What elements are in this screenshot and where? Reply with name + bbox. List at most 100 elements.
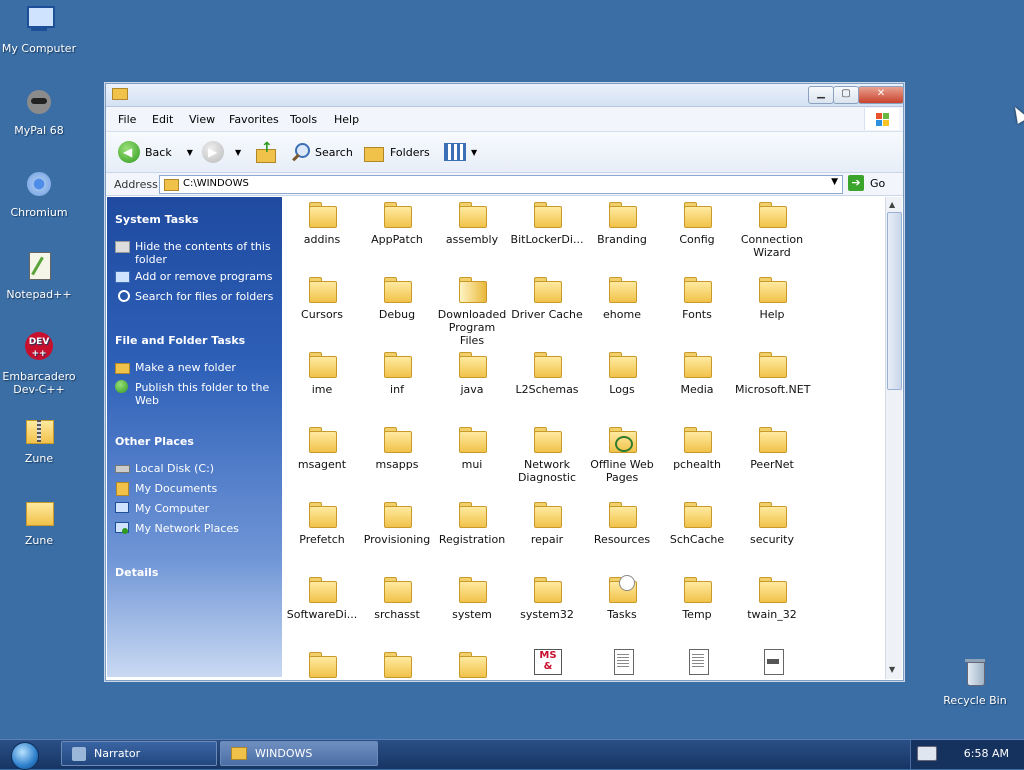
system-tasks-header[interactable]: System Tasks <box>115 213 199 226</box>
details-header[interactable]: Details <box>115 566 158 579</box>
folder-item[interactable]: java <box>435 352 509 396</box>
scroll-up-icon[interactable]: ▲ <box>889 200 895 209</box>
folder-item[interactable] <box>435 652 509 679</box>
folder-item[interactable]: Downloaded Program Files <box>435 277 509 347</box>
task-narrator[interactable]: Narrator <box>61 741 217 766</box>
task-add-remove-programs[interactable]: Add or remove programs <box>115 270 275 284</box>
close-button[interactable]: ✕ <box>858 86 904 104</box>
task-windows-folder[interactable]: WINDOWS <box>220 741 378 766</box>
file-item[interactable] <box>660 649 734 679</box>
folder-item[interactable] <box>285 652 359 679</box>
folder-item[interactable]: assembly <box>435 202 509 246</box>
folder-item[interactable]: system32 <box>510 577 584 621</box>
folder-item[interactable]: msagent <box>285 427 359 471</box>
address-dropdown-icon[interactable]: ▼ <box>831 177 838 187</box>
task-make-new-folder[interactable]: Make a new folder <box>115 361 275 375</box>
folder-item[interactable]: Microsoft.NET <box>735 352 810 396</box>
folder-item[interactable]: SoftwareDi... <box>285 577 359 621</box>
file-item[interactable]: MS & <box>510 649 584 679</box>
file-folder-tasks-header[interactable]: File and Folder Tasks <box>115 334 245 347</box>
back-button[interactable]: ◀ Back ▼ <box>118 140 193 164</box>
scroll-thumb[interactable] <box>887 212 902 390</box>
folder-item[interactable]: Media <box>660 352 734 396</box>
folder-item[interactable]: AppPatch <box>360 202 434 246</box>
folder-item[interactable]: addins <box>285 202 359 246</box>
folder-item[interactable]: Temp <box>660 577 734 621</box>
folder-item[interactable]: srchasst <box>360 577 434 621</box>
folder-item[interactable]: Connection Wizard <box>735 202 809 259</box>
folder-item[interactable]: twain_32 <box>735 577 809 621</box>
desktop-icon-chromium[interactable]: Chromium <box>1 168 77 219</box>
folder-item[interactable]: Offline Web Pages <box>585 427 659 484</box>
minimize-button[interactable]: ▁ <box>808 86 834 104</box>
folder-item[interactable]: pchealth <box>660 427 734 471</box>
desktop-icon-my-computer[interactable]: My Computer <box>1 4 77 55</box>
folder-item[interactable]: Driver Cache <box>510 277 584 321</box>
views-button[interactable]: ▼ <box>444 140 477 164</box>
folder-item[interactable]: mui <box>435 427 509 471</box>
folder-item[interactable]: Resources <box>585 502 659 546</box>
folder-item[interactable]: msapps <box>360 427 434 471</box>
task-search-files[interactable]: Search for files or folders <box>115 290 275 304</box>
folder-item[interactable]: Cursors <box>285 277 359 321</box>
folder-item[interactable]: Debug <box>360 277 434 321</box>
folder-item[interactable]: Prefetch <box>285 502 359 546</box>
menu-edit[interactable]: Edit <box>152 113 173 126</box>
desktop-icon-recycle-bin[interactable]: Recycle Bin <box>937 656 1013 707</box>
folder-item[interactable]: Branding <box>585 202 659 246</box>
folder-item[interactable]: PeerNet <box>735 427 809 471</box>
desktop-icon-zune-2[interactable]: Zune <box>1 496 77 547</box>
folder-item[interactable]: Network Diagnostic <box>510 427 584 484</box>
folder-item[interactable]: system <box>435 577 509 621</box>
folder-item[interactable]: security <box>735 502 809 546</box>
folders-button[interactable]: Folders <box>363 140 430 164</box>
folder-item[interactable] <box>360 652 434 679</box>
folder-item[interactable]: Tasks <box>585 575 659 621</box>
folder-item[interactable]: ehome <box>585 277 659 321</box>
address-input[interactable]: C:\WINDOWS ▼ <box>159 175 843 194</box>
up-folder-button[interactable]: ↑ <box>256 140 276 164</box>
forward-button[interactable]: ▶ ▼ <box>202 140 241 164</box>
desktop-icon-notepad[interactable]: Notepad++ <box>1 250 77 301</box>
scroll-down-icon[interactable]: ▼ <box>889 665 895 674</box>
folder-item[interactable]: BitLockerDi... <box>510 202 584 246</box>
folder-item[interactable]: SchCache <box>660 502 734 546</box>
back-dropdown-icon[interactable]: ▼ <box>187 148 193 157</box>
place-my-network[interactable]: My Network Places <box>115 522 275 536</box>
folder-item[interactable]: Registration <box>435 502 509 546</box>
task-hide-contents[interactable]: Hide the contents of this folder <box>115 240 275 266</box>
task-publish-web[interactable]: Publish this folder to the Web <box>115 380 275 407</box>
search-button[interactable]: Search <box>290 140 353 164</box>
other-places-header[interactable]: Other Places <box>115 435 194 448</box>
desktop-icon-mypal[interactable]: MyPal 68 <box>1 86 77 137</box>
forward-dropdown-icon[interactable]: ▼ <box>235 148 241 157</box>
menu-file[interactable]: File <box>118 113 136 126</box>
file-item[interactable] <box>585 649 659 679</box>
go-button[interactable]: ➔ Go <box>848 175 885 191</box>
vertical-scrollbar[interactable]: ▲ ▼ <box>885 197 902 679</box>
menu-help[interactable]: Help <box>334 113 359 126</box>
maximize-button[interactable]: ▢ <box>833 86 859 104</box>
desktop-icon-zune-1[interactable]: Zune <box>1 414 77 465</box>
title-bar[interactable]: ▁ ▢ ✕ <box>106 84 904 107</box>
desktop-icon-devcpp[interactable]: DEV ++ Embarcadero Dev-C++ <box>1 332 77 396</box>
place-my-documents[interactable]: My Documents <box>115 482 275 496</box>
menu-view[interactable]: View <box>189 113 215 126</box>
folder-item[interactable]: inf <box>360 352 434 396</box>
menu-tools[interactable]: Tools <box>290 113 317 126</box>
start-button[interactable] <box>11 742 39 770</box>
place-my-computer[interactable]: My Computer <box>115 502 275 516</box>
folder-item[interactable]: Fonts <box>660 277 734 321</box>
folder-item[interactable]: Config <box>660 202 734 246</box>
keyboard-icon[interactable] <box>917 746 937 761</box>
place-local-disk[interactable]: Local Disk (C:) <box>115 462 275 476</box>
folder-item[interactable]: repair <box>510 502 584 546</box>
folder-item[interactable]: L2Schemas <box>510 352 584 396</box>
folder-item[interactable]: Provisioning <box>360 502 434 546</box>
folder-item[interactable]: Logs <box>585 352 659 396</box>
clock[interactable]: 6:58 AM <box>964 747 1009 760</box>
file-item[interactable] <box>735 649 809 679</box>
folder-item[interactable]: ime <box>285 352 359 396</box>
folder-item[interactable]: Help <box>735 277 809 321</box>
menu-favorites[interactable]: Favorites <box>229 113 279 126</box>
